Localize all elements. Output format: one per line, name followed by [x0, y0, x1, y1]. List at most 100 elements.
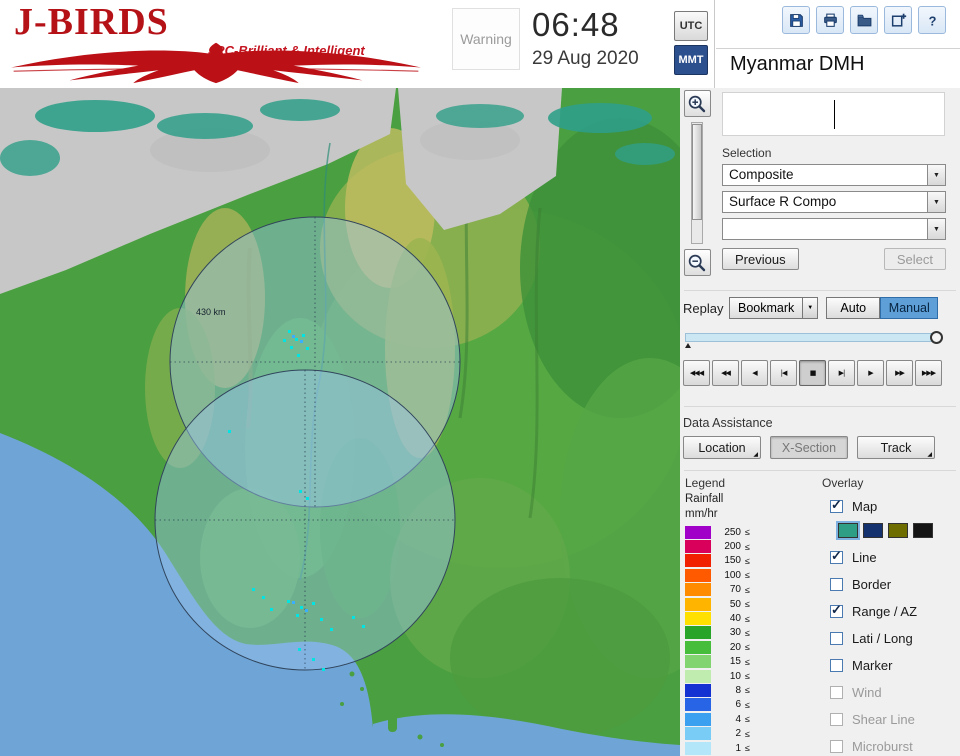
overlay-checkbox[interactable] — [830, 578, 843, 591]
previous-button[interactable]: Previous — [722, 248, 799, 270]
save-button[interactable] — [782, 6, 810, 34]
legend-row: 100 ≤ — [685, 568, 821, 582]
stop-button[interactable]: ■ — [799, 360, 826, 386]
manual-button[interactable]: Manual — [880, 297, 939, 319]
x-section-button[interactable]: X-Section ◢ — [770, 436, 848, 459]
legend-value: 8 — [735, 684, 741, 696]
overlay-label-text: Line — [852, 550, 877, 565]
overlay-checkbox[interactable] — [830, 686, 843, 699]
timeline-thumb[interactable] — [930, 331, 943, 344]
legend-leq-symbol: ≤ — [745, 743, 750, 754]
help-button[interactable]: ? — [918, 6, 946, 34]
map-checkbox[interactable] — [830, 497, 843, 513]
overlay-label: Overlay — [822, 476, 864, 490]
overlay-rows: Map — [822, 496, 958, 756]
step-back-button[interactable]: |◀ — [770, 360, 797, 386]
overlay-checkbox[interactable] — [830, 713, 843, 726]
legend-row: 10 ≤ — [685, 669, 821, 683]
overlay-checkbox[interactable] — [830, 740, 843, 753]
menu-corner-icon: ◢ — [927, 452, 932, 458]
text-cursor — [833, 100, 835, 129]
overlay-label-text: Marker — [852, 658, 893, 673]
zoom-slider[interactable] — [691, 122, 703, 244]
legend-leq-symbol: ≤ — [745, 671, 750, 682]
clock: 06:48 29 Aug 2020 — [532, 6, 677, 70]
overlay-checkbox[interactable] — [830, 602, 843, 618]
legend-color-swatch — [685, 597, 711, 611]
chevron-down-icon[interactable]: ▼ — [927, 165, 945, 185]
product-dropdown[interactable]: Surface R Compo ▼ — [722, 191, 946, 213]
radar-map[interactable]: 430 km — [0, 88, 680, 756]
bookmark-menu-button[interactable]: ▼ — [803, 297, 819, 319]
legend-row: 15 ≤ — [685, 655, 821, 669]
legend-leq-symbol: ≤ — [745, 685, 750, 696]
legend-leq-symbol: ≤ — [745, 656, 750, 667]
legend-value: 20 — [729, 641, 741, 653]
legend-leq-symbol: ≤ — [745, 527, 750, 538]
select-button[interactable]: Select — [883, 248, 946, 270]
save-icon — [789, 13, 803, 27]
map-color-swatch[interactable] — [838, 523, 858, 538]
play-reverse-button[interactable]: ◀ — [741, 360, 768, 386]
zoom-slider-thumb[interactable] — [692, 124, 702, 220]
legend-value: 50 — [729, 598, 741, 610]
chevron-down-icon[interactable]: ▼ — [927, 192, 945, 212]
location-button[interactable]: Location ◢ — [683, 436, 761, 459]
legend-value: 150 — [724, 555, 741, 567]
overlay-checkbox[interactable] — [830, 659, 843, 672]
selection-label: Selection — [722, 146, 772, 160]
button-label: X-Section — [781, 440, 837, 455]
mmt-button[interactable]: MMT — [674, 45, 708, 75]
clock-time: 06:48 — [532, 6, 620, 43]
map-canvas[interactable]: 430 km — [0, 88, 680, 756]
legend-color-swatch — [685, 712, 711, 726]
toolbar: ? — [782, 6, 946, 34]
warning-status[interactable]: Warning — [452, 8, 520, 70]
legend-row: 2 ≤ — [685, 726, 821, 741]
map-color-swatch[interactable] — [913, 523, 933, 538]
overlay-item: Line — [830, 547, 958, 568]
print-button[interactable] — [816, 6, 844, 34]
overlay-checkbox[interactable] — [830, 548, 843, 564]
legend-color-swatch — [685, 655, 711, 669]
legend-row: 150 ≤ — [685, 554, 821, 568]
timeline-start-mark — [685, 343, 691, 348]
zoom-out-button[interactable] — [683, 249, 711, 276]
sub-product-dropdown[interactable]: ▼ — [722, 218, 946, 240]
fast-forward-button[interactable]: ▶▶ — [886, 360, 913, 386]
timeline-slider[interactable] — [683, 330, 943, 348]
product-type-dropdown[interactable]: Composite ▼ — [722, 164, 946, 186]
overlay-label-text: Range / AZ — [852, 604, 918, 619]
step-forward-button[interactable]: ▶| — [828, 360, 855, 386]
playback-glyph: ■ — [809, 369, 817, 377]
zoom-in-button[interactable] — [683, 90, 711, 117]
fast-rewind-button[interactable]: ◀◀ — [712, 360, 739, 386]
header-divider — [714, 0, 715, 88]
export-button[interactable] — [884, 6, 912, 34]
overlay-item: Border — [830, 574, 958, 595]
legend-value: 70 — [729, 584, 741, 596]
legend-leq-symbol: ≤ — [745, 699, 750, 710]
legend-value: 15 — [729, 656, 741, 668]
map-color-swatch[interactable] — [888, 523, 908, 538]
playback-glyph: ▶▶ — [895, 369, 905, 377]
help-icon: ? — [928, 13, 936, 28]
timeline-track[interactable] — [685, 333, 935, 342]
legend-leq-symbol: ≤ — [745, 570, 750, 581]
track-button[interactable]: Track ◢ — [857, 436, 935, 459]
open-folder-button[interactable] — [850, 6, 878, 34]
bookmark-button[interactable]: Bookmark — [729, 297, 804, 319]
legend-color-swatch — [685, 683, 711, 697]
auto-button[interactable]: Auto — [826, 297, 881, 319]
print-icon — [823, 13, 837, 27]
overlay-checkbox[interactable] — [830, 632, 843, 645]
jump-to-end-button[interactable]: ▶▶▶ — [915, 360, 942, 386]
legend-leq-symbol: ≤ — [745, 728, 750, 739]
station-input[interactable] — [722, 92, 945, 136]
chevron-down-icon[interactable]: ▼ — [927, 219, 945, 239]
jump-to-start-button[interactable]: ◀◀◀ — [683, 360, 710, 386]
map-color-swatch[interactable] — [863, 523, 883, 538]
play-button[interactable]: ▶ — [857, 360, 884, 386]
utc-button[interactable]: UTC — [674, 11, 708, 41]
legend-color-swatch — [685, 626, 711, 640]
